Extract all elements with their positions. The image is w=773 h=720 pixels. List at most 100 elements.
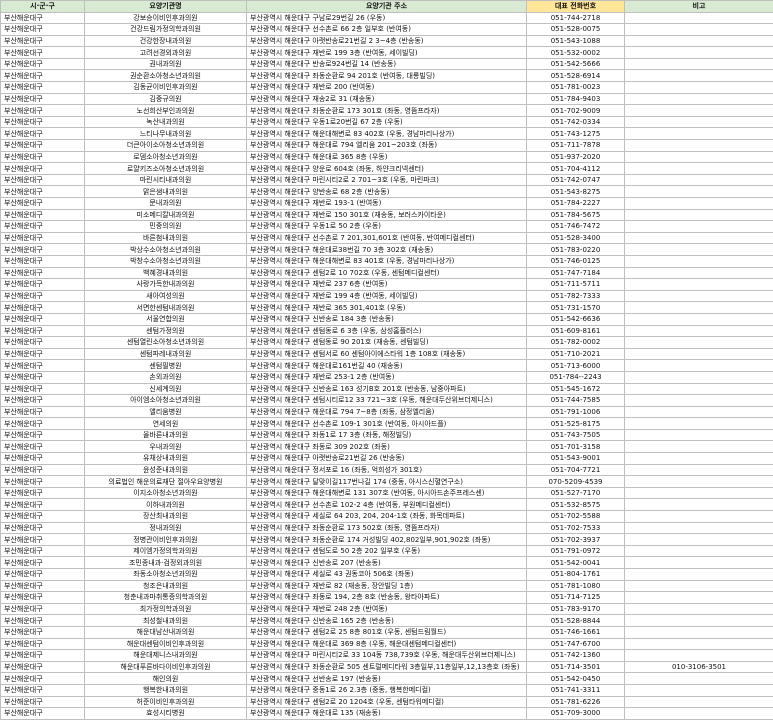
note-cell xyxy=(625,487,773,499)
note-cell xyxy=(625,592,773,604)
phone-cell: 051-784--2243 xyxy=(527,371,625,383)
note-cell xyxy=(625,626,773,638)
note-cell xyxy=(625,35,773,47)
phone-cell: 051-701-3158 xyxy=(527,441,625,453)
phone-cell: 051-747-7184 xyxy=(527,267,625,279)
note-cell xyxy=(625,429,773,441)
table-row: 부산해운대구정병관이비인후과의원부산광역시 해운대구 좌동순환로 174 거성빌… xyxy=(1,534,773,546)
region-cell: 부산해운대구 xyxy=(1,12,85,24)
phone-cell: 051-704-7721 xyxy=(527,464,625,476)
table-row: 부산해운대구장산최내과의원부산광역시 해운대구 세실로 64 203, 204,… xyxy=(1,511,773,523)
name-cell: 문내과의원 xyxy=(85,198,247,210)
note-cell xyxy=(625,186,773,198)
address-cell: 부산광역시 해운대구 재반로 200 (반여동) xyxy=(247,82,527,94)
table-row: 부산해운대구민중의의원부산광역시 해운대구 우동1로 50 2층 (우동)051… xyxy=(1,221,773,233)
name-cell: 해운대푸른바다이비인후과의원 xyxy=(85,661,247,673)
address-cell: 부산광역시 해운대구 해운대로 135 (재송동) xyxy=(247,708,527,720)
table-row: 부산해운대구신세계의원부산광역시 해운대구 신반송로 163 성기B호 201호… xyxy=(1,383,773,395)
region-cell: 부산해운대구 xyxy=(1,221,85,233)
name-cell: 좌동소아청소년과의원 xyxy=(85,569,247,581)
phone-cell: 051-609-8161 xyxy=(527,325,625,337)
region-cell: 부산해운대구 xyxy=(1,267,85,279)
note-cell xyxy=(625,105,773,117)
name-cell: 느티나무내과의원 xyxy=(85,128,247,140)
name-header: 요양기관명 xyxy=(85,1,247,13)
region-cell: 부산해운대구 xyxy=(1,24,85,36)
note-cell xyxy=(625,209,773,221)
region-cell: 부산해운대구 xyxy=(1,569,85,581)
note-cell xyxy=(625,198,773,210)
address-cell: 부산광역시 해운대구 양운로 604호 (좌동, 하얀크리넥센터) xyxy=(247,163,527,175)
phone-cell: 051-746-7472 xyxy=(527,221,625,233)
phone-header: 대표 전화번호 xyxy=(527,1,625,13)
name-cell: 고려선경외과의원 xyxy=(85,47,247,59)
name-cell: 바른첨내과의원 xyxy=(85,232,247,244)
hospital-table: 시·군·구 요양기관명 요양기관 주소 대표 전화번호 비고 부산해운대구강보승… xyxy=(0,0,773,720)
table-row: 부산해운대구허준이비인후과의원부산광역시 해운대구 센텀2로 20 1204호 … xyxy=(1,696,773,708)
phone-cell: 051-804-1761 xyxy=(527,569,625,581)
phone-cell: 051-702-3937 xyxy=(527,534,625,546)
note-cell xyxy=(625,418,773,430)
note-cell xyxy=(625,673,773,685)
table-row: 부산해운대구박창수소아청소년과의원부산광역시 해운대구 해운대해변로 83 40… xyxy=(1,255,773,267)
phone-cell: 051-711-7878 xyxy=(527,140,625,152)
name-cell: 건강한장내과의원 xyxy=(85,35,247,47)
name-cell: 건강드림가정의학과의원 xyxy=(85,24,247,36)
address-cell: 부산광역시 해운대구 센텀도로 50 2층 202 일부호 (우동) xyxy=(247,545,527,557)
table-row: 부산해운대구이하내과의원부산광역시 해운대구 선수촌로 102-2 4층 (반여… xyxy=(1,499,773,511)
table-row: 부산해운대구윤성준내과의원부산광역시 해운대구 정서포로 16 (좌동, 억희성… xyxy=(1,464,773,476)
name-cell: 신세계의원 xyxy=(85,383,247,395)
name-cell: 이지소아청소년과의원 xyxy=(85,487,247,499)
phone-cell: 051-714-7125 xyxy=(527,592,625,604)
name-cell: 해운대제니스내과의원 xyxy=(85,650,247,662)
table-row: 부산해운대구고려선경외과의원부산광역시 해운대구 재반로 199 3층 (반여동… xyxy=(1,47,773,59)
phone-cell: 051-742-0747 xyxy=(527,174,625,186)
region-cell: 부산해운대구 xyxy=(1,371,85,383)
note-cell xyxy=(625,221,773,233)
table-row: 부산해운대구김중규의원부산광역시 해운대구 재송2로 31 (재송동)051-7… xyxy=(1,93,773,105)
note-cell xyxy=(625,580,773,592)
table-row: 부산해운대구센텀파레내과의원부산광역시 해운대구 센텀서로 60 센텀아이에스타… xyxy=(1,348,773,360)
note-cell xyxy=(625,615,773,627)
table-row: 부산해운대구제이엠가정의학과의원부산광역시 해운대구 센텀도로 50 2층 20… xyxy=(1,545,773,557)
phone-cell: 051-784-5675 xyxy=(527,209,625,221)
note-cell xyxy=(625,151,773,163)
address-cell: 부산광역시 해운대구 재반로 199 4층 (반여동, 세이빌딩) xyxy=(247,290,527,302)
note-cell: 010-3106-3501 xyxy=(625,661,773,673)
address-cell: 부산광역시 해운대구 해운대로161번길 40 (재송동) xyxy=(247,360,527,372)
note-cell xyxy=(625,557,773,569)
region-cell: 부산해운대구 xyxy=(1,650,85,662)
region-cell: 부산해운대구 xyxy=(1,348,85,360)
region-cell: 부산해운대구 xyxy=(1,453,85,465)
region-cell: 부산해운대구 xyxy=(1,673,85,685)
address-cell: 부산광역시 해운대구 좌동순환로 94 201호 (반여동, 대룡빌딩) xyxy=(247,70,527,82)
region-cell: 부산해운대구 xyxy=(1,163,85,175)
note-cell xyxy=(625,453,773,465)
phone-cell: 051-532-0002 xyxy=(527,47,625,59)
address-cell: 부산광역시 해운대구 좌동1로 17 3층 (좌동, 해정빌딩) xyxy=(247,429,527,441)
table-row: 부산해운대구로얄키즈소아청소년과의원부산광역시 해운대구 양운로 604호 (좌… xyxy=(1,163,773,175)
note-cell xyxy=(625,441,773,453)
address-cell: 부산광역시 해운대구 아랫반송로21번길 2 3~4층 (반송동) xyxy=(247,35,527,47)
note-cell xyxy=(625,569,773,581)
note-cell xyxy=(625,360,773,372)
address-cell: 부산광역시 해운대구 구남로29번길 26 (우동) xyxy=(247,12,527,24)
name-cell: 센텀열린소아청소년과의원 xyxy=(85,337,247,349)
phone-cell: 051-784-9403 xyxy=(527,93,625,105)
address-cell: 부산광역시 해운대구 해운대해변로 83 401호 (우동, 경남마리나상가) xyxy=(247,255,527,267)
table-row: 부산해운대구행복한내과의원부산광역시 해운대구 중동1로 26 2.3층 (중동… xyxy=(1,684,773,696)
phone-cell: 051-784-2227 xyxy=(527,198,625,210)
phone-cell: 051-528-0075 xyxy=(527,24,625,36)
phone-cell: 051-543-9001 xyxy=(527,453,625,465)
phone-cell: 070-5209-4539 xyxy=(527,476,625,488)
note-cell xyxy=(625,603,773,615)
phone-cell: 051-709-3000 xyxy=(527,708,625,720)
name-cell: 강보승이비인후과의원 xyxy=(85,12,247,24)
table-row: 부산해운대구센텀열린소아청소년과의원부산광역시 해운대구 센텀동로 90 201… xyxy=(1,337,773,349)
name-cell: 맑은샘내과의원 xyxy=(85,186,247,198)
table-row: 부산해운대구최성철내과의원부산광역시 해운대구 신반송로 165 2층 (반송동… xyxy=(1,615,773,627)
note-cell xyxy=(625,58,773,70)
region-cell: 부산해운대구 xyxy=(1,696,85,708)
region-cell: 부산해운대구 xyxy=(1,395,85,407)
region-cell: 부산해운대구 xyxy=(1,325,85,337)
